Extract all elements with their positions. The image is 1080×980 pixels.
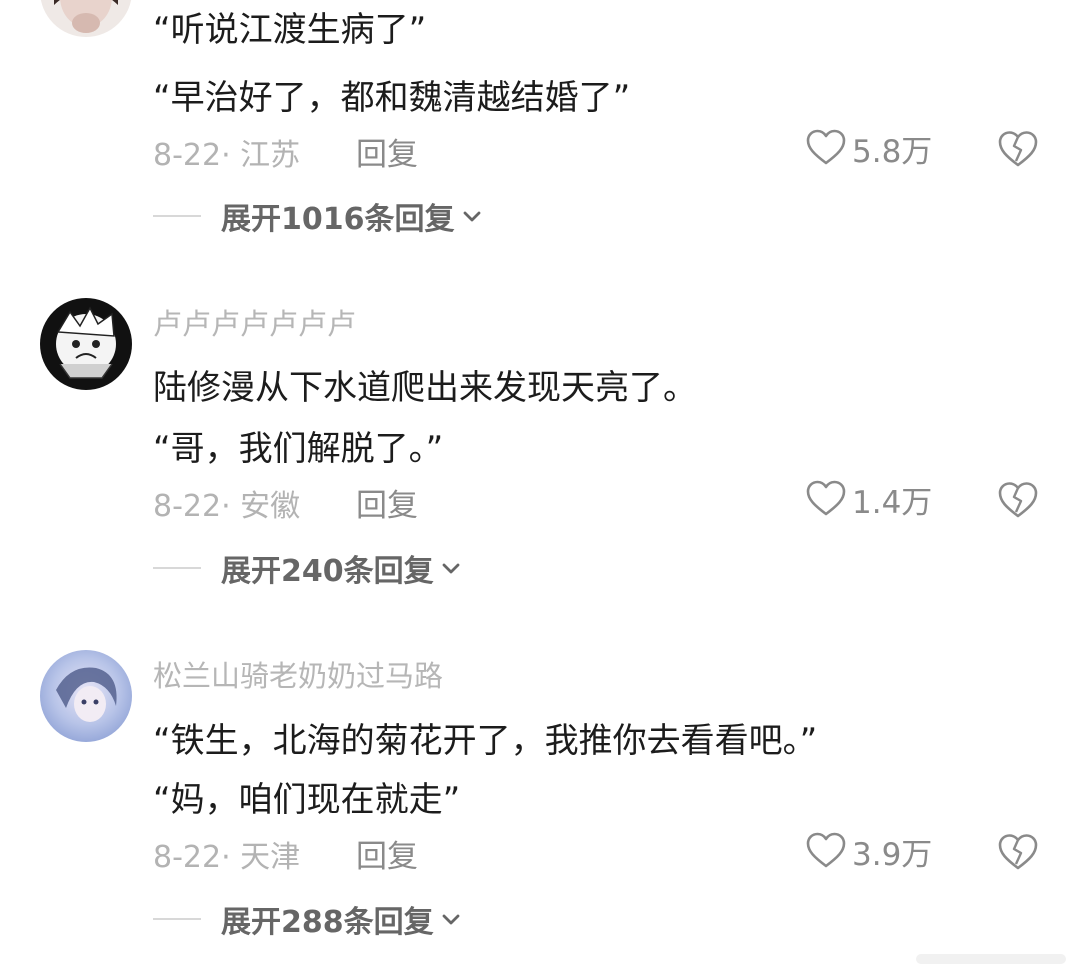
expand-replies-button[interactable]: 展开1016条回复 (153, 196, 483, 237)
heart-outline-icon (806, 832, 846, 868)
comment-text-line: “铁生，北海的菊花开了，我推你去看看吧。” (153, 721, 818, 761)
expand-replies-button[interactable]: 展开288条回复 (153, 899, 462, 940)
chevron-down-icon (463, 211, 480, 222)
like-count: 1.4万 (852, 484, 933, 521)
chevron-down-icon (442, 563, 460, 574)
broken-heart-icon[interactable] (997, 128, 1039, 170)
avatar[interactable] (40, 298, 132, 390)
expand-replies-button[interactable]: 展开240条回复 (153, 548, 462, 589)
comment-text-line: “哥，我们解脱了。” (153, 429, 444, 469)
divider (153, 918, 201, 920)
username[interactable]: 松兰山骑老奶奶过马路 (153, 653, 443, 695)
reply-button[interactable]: 回复 (356, 831, 418, 876)
comment-date-location: 8-22· 天津 (153, 840, 301, 875)
avatar[interactable] (40, 0, 132, 37)
comment-text-line: 陆修漫从下水道爬出来发现天亮了。 (153, 368, 697, 408)
reply-button[interactable]: 回复 (356, 129, 418, 174)
like-button[interactable]: 5.8万 (806, 126, 932, 170)
reply-button[interactable]: 回复 (356, 480, 418, 525)
divider (153, 215, 201, 217)
like-count: 5.8万 (852, 133, 933, 170)
broken-heart-icon[interactable] (997, 831, 1039, 873)
username[interactable]: 卢卢卢卢卢卢卢 (153, 301, 356, 343)
chevron-down-icon (442, 914, 460, 925)
expand-replies-label: 展开240条回复 (221, 554, 434, 589)
avatar[interactable] (40, 650, 132, 742)
watermark-graphic (916, 954, 1066, 964)
comment-date-location: 8-22· 江苏 (153, 138, 301, 173)
expand-replies-label: 展开1016条回复 (221, 202, 455, 237)
comment-text-line: “听说江渡生病了” (153, 10, 427, 50)
comment-text-line: “早治好了，都和魏清越结婚了” (153, 78, 631, 118)
like-button[interactable]: 3.9万 (806, 829, 932, 873)
expand-replies-label: 展开288条回复 (221, 905, 434, 940)
divider (153, 567, 201, 569)
heart-outline-icon (806, 129, 846, 165)
heart-outline-icon (806, 480, 846, 516)
broken-heart-icon[interactable] (997, 479, 1039, 521)
comment-text-line: “妈，咱们现在就走” (153, 780, 461, 820)
like-button[interactable]: 1.4万 (806, 477, 932, 521)
comment-date-location: 8-22· 安徽 (153, 489, 301, 524)
like-count: 3.9万 (852, 836, 933, 873)
